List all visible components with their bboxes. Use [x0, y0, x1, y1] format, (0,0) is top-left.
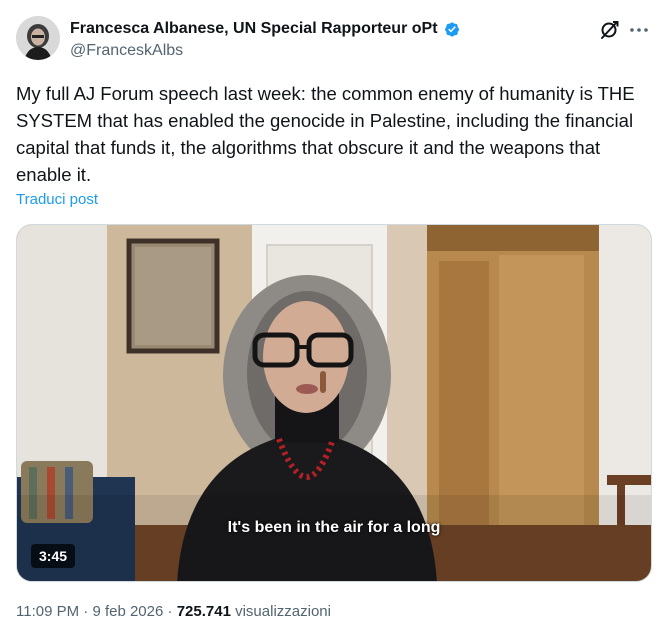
- post-time[interactable]: 11:09 PM: [16, 603, 79, 620]
- meta-separator: ·: [83, 603, 89, 620]
- meta-separator: ·: [167, 603, 173, 620]
- more-dots-icon[interactable]: [627, 18, 651, 42]
- avatar[interactable]: [16, 16, 60, 60]
- handle[interactable]: @FranceskAlbs: [70, 42, 462, 60]
- post-text: My full AJ Forum speech last week: the c…: [16, 83, 635, 185]
- video-caption: It's been in the air for a long: [227, 519, 441, 536]
- post-date[interactable]: 9 feb 2026: [92, 603, 163, 620]
- views-count[interactable]: 725.741: [177, 603, 231, 620]
- verified-badge-icon: [442, 19, 462, 39]
- author-block: Francesca Albanese, UN Special Rapporteu…: [70, 18, 462, 60]
- translate-post-link[interactable]: Traduci post: [16, 191, 98, 208]
- display-name[interactable]: Francesca Albanese, UN Special Rapporteu…: [70, 20, 438, 38]
- tweet: Francesca Albanese, UN Special Rapporteu…: [0, 0, 666, 631]
- views-label: visualizzazioni: [235, 603, 331, 620]
- video-duration-badge: 3:45: [31, 544, 76, 568]
- video-player[interactable]: It's been in the air for a long 3:45: [16, 224, 652, 582]
- post-meta: 11:09 PM · 9 feb 2026 · 725.741 visualiz…: [16, 603, 331, 620]
- grok-icon[interactable]: [598, 18, 622, 42]
